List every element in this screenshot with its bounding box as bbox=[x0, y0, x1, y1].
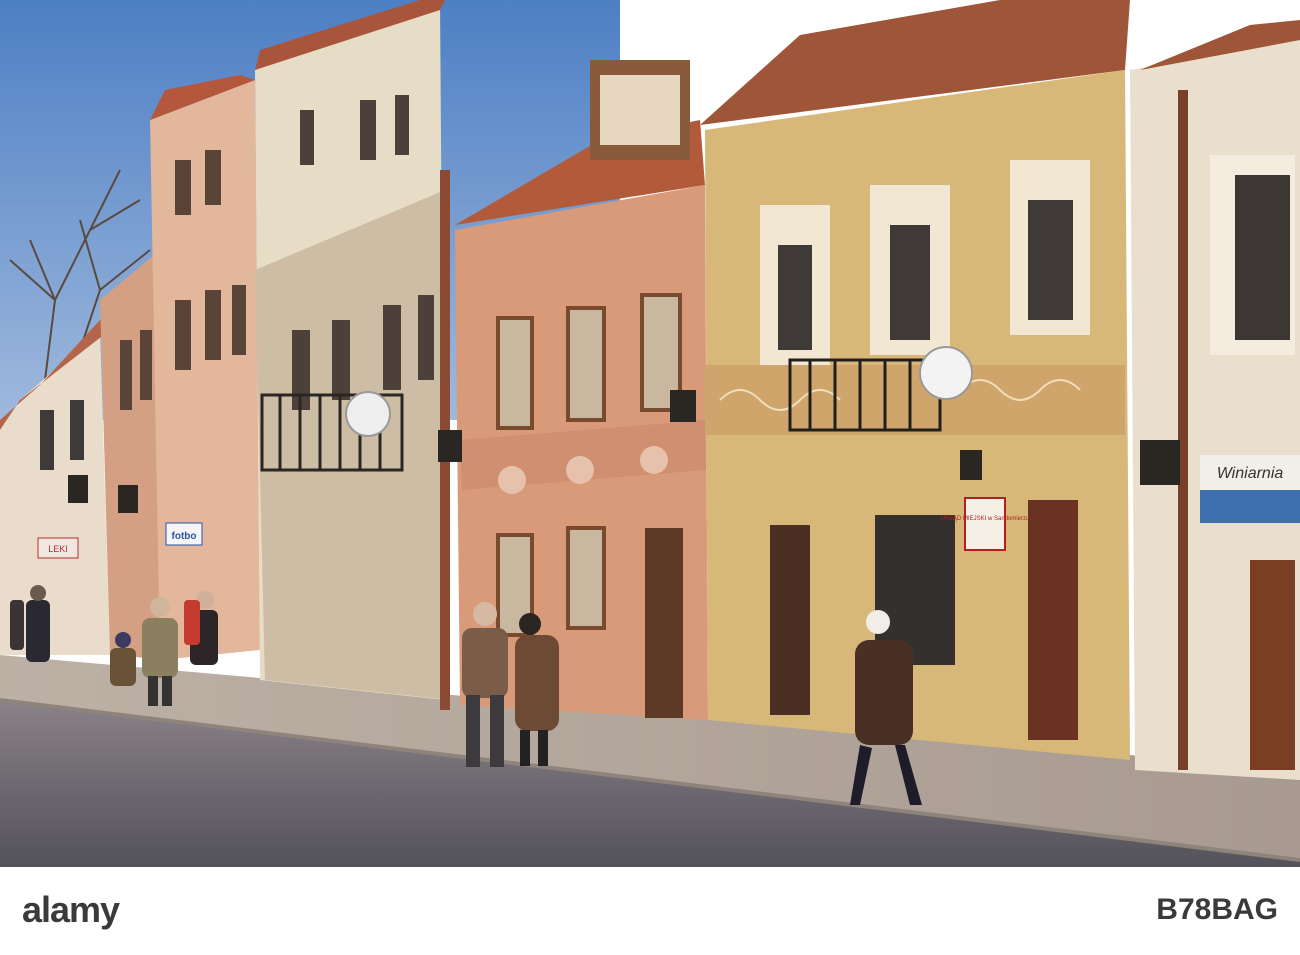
satellite-dish bbox=[345, 391, 391, 437]
door[interactable] bbox=[770, 525, 810, 715]
door[interactable] bbox=[645, 528, 683, 718]
stock-image-id: B78BAG bbox=[1156, 893, 1278, 926]
far-window bbox=[40, 410, 54, 470]
alamy-logo: alamy bbox=[22, 889, 120, 930]
satellite-dish bbox=[919, 346, 973, 400]
city-office-sign bbox=[964, 497, 1006, 551]
street-photo: URZĄD MIEJSKI w Sandomierzu Winiarnia fo… bbox=[0, 0, 1300, 955]
awning bbox=[1200, 488, 1300, 523]
downpipe bbox=[1178, 90, 1188, 770]
rosette bbox=[640, 446, 668, 474]
door[interactable] bbox=[1028, 500, 1078, 740]
street-scene-svg: URZĄD MIEJSKI w Sandomierzu Winiarnia fo… bbox=[0, 0, 1300, 867]
rosette bbox=[566, 456, 594, 484]
fotbo-sign-text: fotbo bbox=[172, 531, 197, 542]
rosette bbox=[498, 466, 526, 494]
dormer-window bbox=[600, 75, 680, 145]
window bbox=[1235, 175, 1290, 340]
stock-watermark-strip: alamy B78BAG bbox=[0, 867, 1300, 955]
far-window bbox=[70, 400, 84, 460]
house-facade bbox=[255, 190, 450, 700]
city-office-sign-text: URZĄD MIEJSKI w Sandomierzu bbox=[941, 516, 1030, 522]
ornamental-frieze bbox=[705, 365, 1125, 435]
dental-sign-text: LEKI bbox=[48, 544, 68, 554]
wine-bar-sign-text: Winiarnia bbox=[1217, 465, 1284, 482]
door[interactable] bbox=[1250, 560, 1295, 770]
